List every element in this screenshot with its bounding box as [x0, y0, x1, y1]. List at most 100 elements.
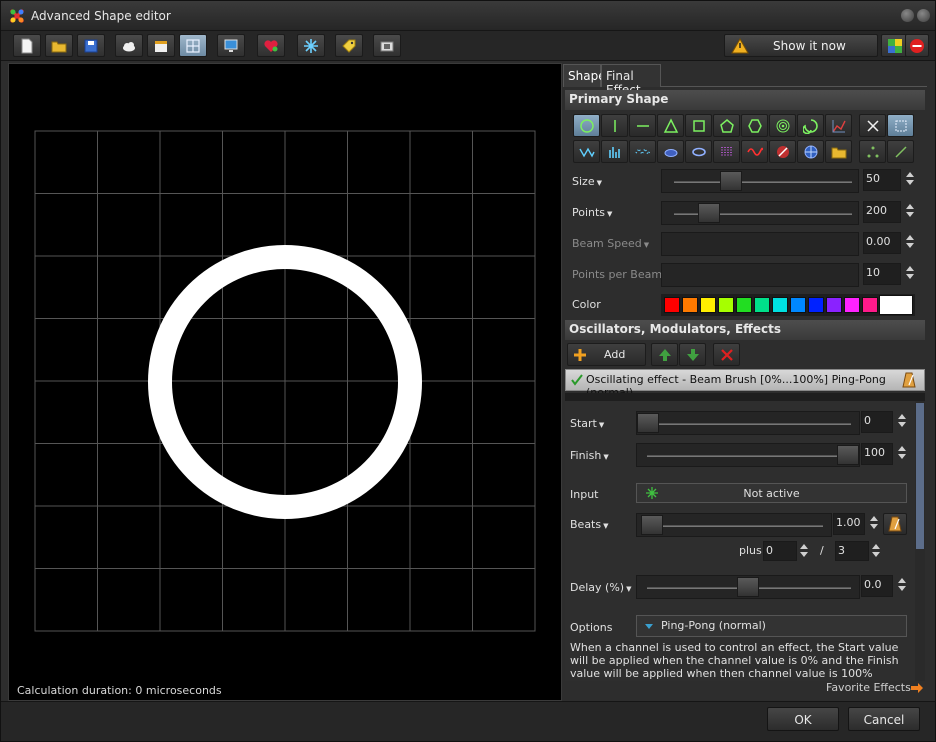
color-swatch-green[interactable]: [736, 297, 752, 313]
scrollbar-thumb[interactable]: [916, 403, 924, 549]
ok-button[interactable]: OK: [767, 707, 839, 731]
finish-spinner[interactable]: [895, 443, 909, 462]
tab-shape[interactable]: Shape: [563, 64, 606, 87]
favorite-effects-button[interactable]: Favorite Effects: [808, 679, 926, 697]
open-shape-file-button[interactable]: [825, 140, 852, 163]
color-swatch-magenta[interactable]: [844, 297, 860, 313]
effect-list-item[interactable]: Oscillating effect - Beam Brush [0%...10…: [565, 369, 925, 399]
bars-shape-button[interactable]: [601, 140, 628, 163]
close-window-icon[interactable]: [917, 9, 930, 22]
save-button[interactable]: [77, 34, 105, 57]
color-swatch-blue[interactable]: [808, 297, 824, 313]
delete-effect-button[interactable]: [713, 343, 740, 366]
delay-label[interactable]: Delay (%) ▼: [570, 581, 631, 594]
globe-shape-button[interactable]: [797, 140, 824, 163]
move-down-button[interactable]: [679, 343, 706, 366]
finish-value-field[interactable]: 100: [861, 443, 893, 465]
size-slider-thumb[interactable]: [720, 171, 742, 191]
color-swatch-pink[interactable]: [862, 297, 878, 313]
size-value-field[interactable]: 50: [863, 169, 901, 191]
beats-slider-thumb[interactable]: [641, 515, 663, 535]
finish-slider[interactable]: [636, 443, 860, 467]
clapperboard-button[interactable]: [147, 34, 175, 57]
node-tool-button[interactable]: [859, 140, 886, 163]
minimize-icon[interactable]: [901, 9, 914, 22]
finish-label[interactable]: Finish ▼: [570, 449, 609, 462]
delay-spinner[interactable]: [895, 575, 909, 594]
beats-spinner[interactable]: [867, 513, 881, 532]
monitor-button[interactable]: [217, 34, 245, 57]
delay-slider[interactable]: [636, 575, 860, 599]
pentagon-shape-button[interactable]: [713, 114, 740, 137]
sine-shape-button[interactable]: [741, 140, 768, 163]
line-tool-button[interactable]: [887, 140, 914, 163]
new-file-button[interactable]: [13, 34, 41, 57]
color-swatch-yellow[interactable]: [700, 297, 716, 313]
plus-spinner[interactable]: [797, 541, 811, 560]
circle-shape-button[interactable]: [573, 114, 600, 137]
shape-preview-canvas[interactable]: Calculation duration: 0 microseconds: [8, 63, 562, 701]
points-value-field[interactable]: 200: [863, 201, 901, 223]
triangle-shape-button[interactable]: [657, 114, 684, 137]
points-slider[interactable]: [661, 201, 859, 225]
points-label[interactable]: Points ▼: [572, 206, 612, 219]
square-shape-button[interactable]: [685, 114, 712, 137]
heart-button[interactable]: [257, 34, 285, 57]
beats-value-field[interactable]: 1.00: [833, 513, 865, 535]
graph-shape-button[interactable]: [825, 114, 852, 137]
size-label[interactable]: Size ▼: [572, 175, 602, 188]
size-slider[interactable]: [661, 169, 859, 193]
tag-button[interactable]: [335, 34, 363, 57]
size-spinner[interactable]: [903, 169, 917, 188]
zigzag-shape-button[interactable]: [573, 140, 600, 163]
add-effect-button[interactable]: Add: [567, 343, 646, 366]
vertical-line-button[interactable]: [601, 114, 628, 137]
no-shape-button[interactable]: [769, 140, 796, 163]
bounding-box-button[interactable]: [887, 114, 914, 137]
start-spinner[interactable]: [895, 411, 909, 430]
start-slider[interactable]: [636, 411, 860, 435]
color-swatch-orange[interactable]: [682, 297, 698, 313]
delay-value-field[interactable]: 0.0: [861, 575, 893, 597]
denominator-value-field[interactable]: 3: [835, 541, 869, 561]
dots-wave-button[interactable]: [629, 140, 656, 163]
effect-panel-scrollbar[interactable]: [915, 401, 925, 681]
color-swatch-cyan[interactable]: [772, 297, 788, 313]
finish-slider-thumb[interactable]: [837, 445, 859, 465]
tab-final-effect[interactable]: Final Effect: [601, 64, 661, 97]
denominator-spinner[interactable]: [869, 541, 883, 560]
swirl-shape-button[interactable]: [797, 114, 824, 137]
cross-tool-button[interactable]: [859, 114, 886, 137]
options-dropdown[interactable]: Ping-Pong (normal): [636, 615, 907, 637]
disc-shape-button[interactable]: [657, 140, 684, 163]
start-slider-thumb[interactable]: [637, 413, 659, 433]
spiral-shape-button[interactable]: [769, 114, 796, 137]
film-button[interactable]: [373, 34, 401, 57]
beats-slider[interactable]: [636, 513, 832, 537]
open-file-button[interactable]: [45, 34, 73, 57]
points-slider-thumb[interactable]: [698, 203, 720, 223]
rain-shape-button[interactable]: [713, 140, 740, 163]
grid-toggle-button[interactable]: [179, 34, 207, 57]
ring-shape-button[interactable]: [685, 140, 712, 163]
horizontal-line-button[interactable]: [629, 114, 656, 137]
color-swatch-lime[interactable]: [718, 297, 734, 313]
color-swatch-violet[interactable]: [826, 297, 842, 313]
delay-slider-thumb[interactable]: [737, 577, 759, 597]
start-label[interactable]: Start ▼: [570, 417, 604, 430]
snowflake-button[interactable]: [297, 34, 325, 57]
beats-label[interactable]: Beats ▼: [570, 518, 609, 531]
plus-value-field[interactable]: 0: [763, 541, 797, 561]
color-swatch-red[interactable]: [664, 297, 680, 313]
cloud-button[interactable]: [115, 34, 143, 57]
start-value-field[interactable]: 0: [861, 411, 893, 433]
input-source-field[interactable]: Not active: [636, 483, 907, 503]
current-color-white[interactable]: [879, 295, 913, 315]
show-it-now-button[interactable]: Show it now: [724, 34, 878, 57]
color-swatch-spring-green[interactable]: [754, 297, 770, 313]
hexagon-shape-button[interactable]: [741, 114, 768, 137]
move-up-button[interactable]: [651, 343, 678, 366]
points-spinner[interactable]: [903, 201, 917, 220]
stop-button[interactable]: [905, 34, 929, 57]
cancel-button[interactable]: Cancel: [848, 707, 920, 731]
